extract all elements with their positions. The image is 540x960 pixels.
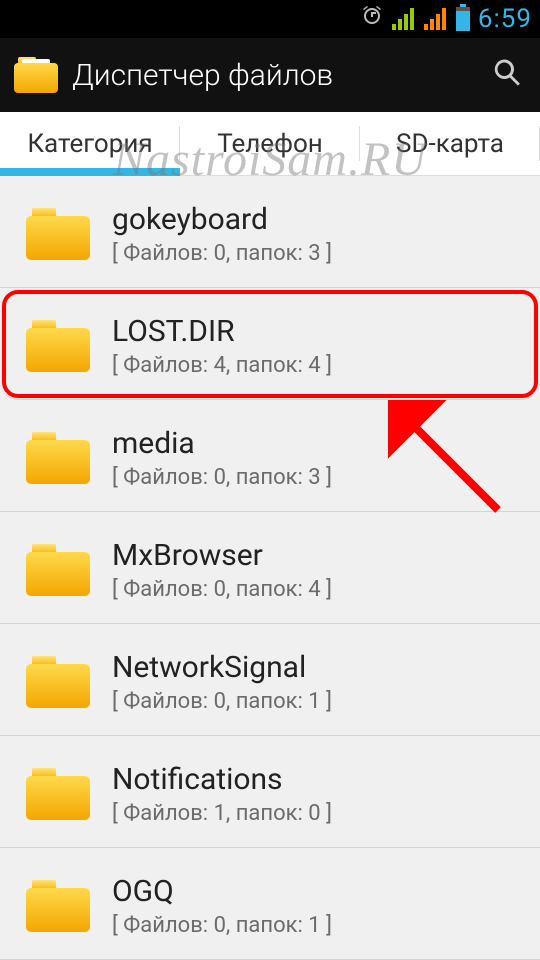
file-list[interactable]: gokeyboard [ Файлов: 0, папок: 3 ] LOST.… — [0, 176, 540, 960]
status-bar: 6:59 — [0, 0, 540, 38]
tab-phone[interactable]: Телефон — [180, 112, 360, 175]
folder-icon — [26, 208, 90, 260]
item-name: NetworkSignal — [112, 650, 332, 685]
item-name: LOST.DIR — [112, 314, 332, 349]
item-meta: [ Файлов: 0, папок: 1 ] — [112, 689, 332, 714]
list-item[interactable]: MxBrowser [ Файлов: 0, папок: 4 ] — [0, 512, 540, 624]
item-name: media — [112, 426, 332, 461]
item-name: OGQ — [112, 874, 332, 909]
list-item[interactable]: OGQ [ Файлов: 0, папок: 1 ] — [0, 848, 540, 960]
battery-icon — [456, 7, 470, 31]
item-name: MxBrowser — [112, 538, 332, 573]
list-item-highlighted[interactable]: LOST.DIR [ Файлов: 4, папок: 4 ] — [0, 288, 540, 400]
item-name: gokeyboard — [112, 202, 332, 237]
app-icon-folder — [14, 57, 58, 93]
tab-label: Категория — [27, 129, 152, 159]
screen: 6:59 Диспетчер файлов Категория Телефон … — [0, 0, 540, 960]
folder-icon — [26, 432, 90, 484]
item-meta: [ Файлов: 0, папок: 4 ] — [112, 577, 332, 602]
item-name: Notifications — [112, 762, 332, 797]
tab-label: Телефон — [217, 129, 323, 159]
folder-icon — [26, 880, 90, 932]
tab-label: SD-карта — [396, 129, 504, 159]
item-meta: [ Файлов: 1, папок: 0 ] — [112, 801, 332, 826]
tab-underline — [0, 168, 180, 176]
list-item[interactable]: media [ Файлов: 0, папок: 3 ] — [0, 400, 540, 512]
tab-category[interactable]: Категория — [0, 112, 180, 175]
item-meta: [ Файлов: 0, папок: 3 ] — [112, 465, 332, 490]
list-item[interactable]: NetworkSignal [ Файлов: 0, папок: 1 ] — [0, 624, 540, 736]
item-meta: [ Файлов: 0, папок: 3 ] — [112, 241, 332, 266]
folder-icon — [26, 656, 90, 708]
list-item[interactable]: Notifications [ Файлов: 1, папок: 0 ] — [0, 736, 540, 848]
app-bar: Диспетчер файлов — [0, 38, 540, 112]
search-button[interactable] — [490, 55, 526, 95]
signal-sim1-icon — [392, 8, 416, 30]
tab-sdcard[interactable]: SD-карта — [360, 112, 540, 175]
status-clock: 6:59 — [478, 4, 532, 34]
item-meta: [ Файлов: 0, папок: 1 ] — [112, 913, 332, 938]
alarm-icon — [360, 4, 384, 35]
folder-icon — [26, 768, 90, 820]
signal-sim2-icon — [424, 8, 448, 30]
folder-icon — [26, 544, 90, 596]
list-item[interactable]: gokeyboard [ Файлов: 0, папок: 3 ] — [0, 176, 540, 288]
tabs: Категория Телефон SD-карта — [0, 112, 540, 176]
item-meta: [ Файлов: 4, папок: 4 ] — [112, 353, 332, 378]
app-title: Диспетчер файлов — [72, 58, 476, 93]
folder-icon — [26, 320, 90, 372]
